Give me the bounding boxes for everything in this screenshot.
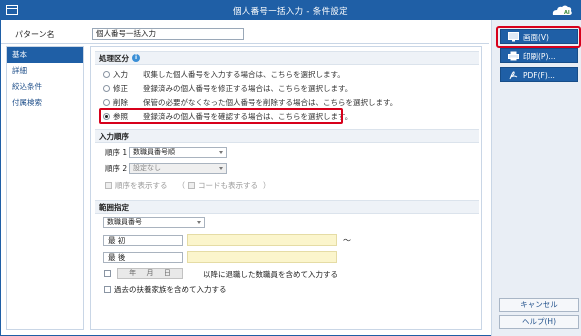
radio-circle-icon[interactable] — [103, 70, 110, 78]
print-button[interactable]: 印刷(P)... — [500, 48, 578, 63]
monitor-icon — [508, 32, 519, 42]
display-button-label: 画面(V) — [523, 33, 549, 42]
help-button[interactable]: ヘルプ(H) — [499, 315, 579, 329]
range-last-input[interactable] — [187, 251, 337, 263]
settings-panel: 処理区分 i 入力 収集した個人番号を入力する場合は、こちらを選択します。 修正… — [90, 46, 482, 330]
window-title: 個人番号一括入力 - 条件設定 — [233, 7, 348, 17]
order-section-bar — [95, 129, 479, 143]
show-order-checkbox[interactable] — [105, 182, 112, 189]
chevron-down-icon — [197, 221, 201, 224]
sidebar-item-basic[interactable]: 基本 — [7, 47, 83, 63]
range-field-select-value: 数職員番号 — [107, 218, 142, 226]
sidebar: 基本 詳細 絞込条件 付属検索 — [6, 46, 84, 330]
date-year-label: 年 — [129, 269, 137, 277]
order1-select[interactable]: 数職員番号順 — [129, 147, 227, 158]
radio-delete-desc: 保管の必要がなくなった個人番号を削除する場合は、こちらを選択します。 — [143, 97, 398, 107]
order1-row: 順序 1 数職員番号順 — [105, 147, 227, 158]
sidebar-item-filter[interactable]: 絞込条件 — [7, 79, 83, 95]
range-field-select[interactable]: 数職員番号 — [103, 217, 205, 228]
radio-circle-icon[interactable] — [103, 98, 110, 106]
chevron-down-icon — [219, 167, 223, 170]
cancel-button[interactable]: キャンセル — [499, 298, 579, 312]
order2-select-value: 設定なし — [133, 164, 161, 172]
radio-input[interactable]: 入力 収集した個人番号を入力する場合は、こちらを選択します。 — [103, 69, 345, 79]
order2-label: 順序 2 — [105, 164, 128, 173]
radio-delete[interactable]: 削除 保管の必要がなくなった個人番号を削除する場合は、こちらを選択します。 — [103, 97, 397, 107]
radio-edit-desc: 登録済みの個人番号を修正する場合は、こちらを選択します。 — [143, 83, 353, 93]
dependents-checkbox[interactable] — [104, 286, 111, 293]
radio-input-label: 入力 — [113, 69, 128, 79]
print-button-label: 印刷(P)... — [523, 52, 556, 61]
pattern-row: パターン名 個人番号一括入力 — [1, 20, 489, 44]
show-code-checkbox[interactable] — [188, 182, 195, 189]
paren-open: （ — [177, 181, 186, 190]
printer-icon — [508, 51, 519, 61]
retire-date-input[interactable]: 年 月 日 — [117, 268, 183, 279]
show-order-label: 順序を表示する — [115, 181, 168, 190]
show-code-label: コードも表示する — [198, 181, 258, 190]
order2-row: 順序 2 設定なし — [105, 163, 227, 174]
range-last-label: 最 後 — [103, 252, 183, 263]
dependents-row: 過去の扶養家族を含めて入力する — [104, 284, 227, 295]
action-panel: 画面(V) 印刷(P)... PDF(F)... キャンセル ヘルプ(H) — [491, 20, 581, 336]
info-icon[interactable]: i — [132, 54, 140, 62]
range-section-bar — [95, 200, 479, 214]
pdf-icon — [509, 71, 518, 80]
reference-highlight-frame — [99, 108, 343, 124]
range-tilde: 〜 — [343, 236, 351, 245]
paren-close: ） — [263, 181, 271, 190]
date-day-label: 日 — [163, 269, 171, 277]
sidebar-item-detail[interactable]: 詳細 — [7, 63, 83, 79]
retire-text: 以降に退職した数職員を含めて入力する — [203, 270, 338, 279]
range-first-label: 最 初 — [103, 235, 183, 246]
processing-section-title: 処理区分 — [99, 53, 129, 63]
retire-checkbox[interactable] — [104, 270, 111, 277]
range-section-title: 範囲指定 — [99, 202, 129, 212]
range-first-input[interactable] — [187, 234, 337, 246]
display-button[interactable]: 画面(V) — [500, 29, 578, 44]
pdf-button-label: PDF(F)... — [523, 71, 555, 80]
app-logo-icon: AI — [552, 5, 572, 16]
order-section-title: 入力順序 — [99, 131, 129, 141]
pattern-name-label: パターン名 — [15, 30, 55, 39]
radio-circle-icon[interactable] — [103, 84, 110, 92]
order-options-row: 順序を表示する （ コードも表示する ） — [105, 180, 271, 191]
chevron-down-icon — [219, 151, 223, 154]
pattern-name-input[interactable]: 個人番号一括入力 — [92, 28, 244, 40]
order1-label: 順序 1 — [105, 148, 128, 157]
date-month-label: 月 — [146, 269, 154, 277]
processing-section-bar — [95, 51, 479, 65]
sidebar-item-attached-search[interactable]: 付属検索 — [7, 95, 83, 111]
processing-section-header: 処理区分 i — [99, 52, 140, 64]
pdf-button[interactable]: PDF(F)... — [500, 67, 578, 82]
radio-edit-label: 修正 — [113, 83, 128, 93]
title-bar: 個人番号一括入力 - 条件設定 AI — [1, 1, 580, 20]
radio-input-desc: 収集した個人番号を入力する場合は、こちらを選択します。 — [143, 69, 345, 79]
dependents-label: 過去の扶養家族を含めて入力する — [114, 285, 227, 294]
radio-edit[interactable]: 修正 登録済みの個人番号を修正する場合は、こちらを選択します。 — [103, 83, 352, 93]
order1-select-value: 数職員番号順 — [133, 148, 175, 156]
order2-select[interactable]: 設定なし — [129, 163, 227, 174]
radio-delete-label: 削除 — [113, 97, 128, 107]
dialog-window: 個人番号一括入力 - 条件設定 AI パターン名 個人番号一括入力 基本 詳細 … — [0, 0, 581, 336]
svg-text:AI: AI — [564, 10, 570, 16]
